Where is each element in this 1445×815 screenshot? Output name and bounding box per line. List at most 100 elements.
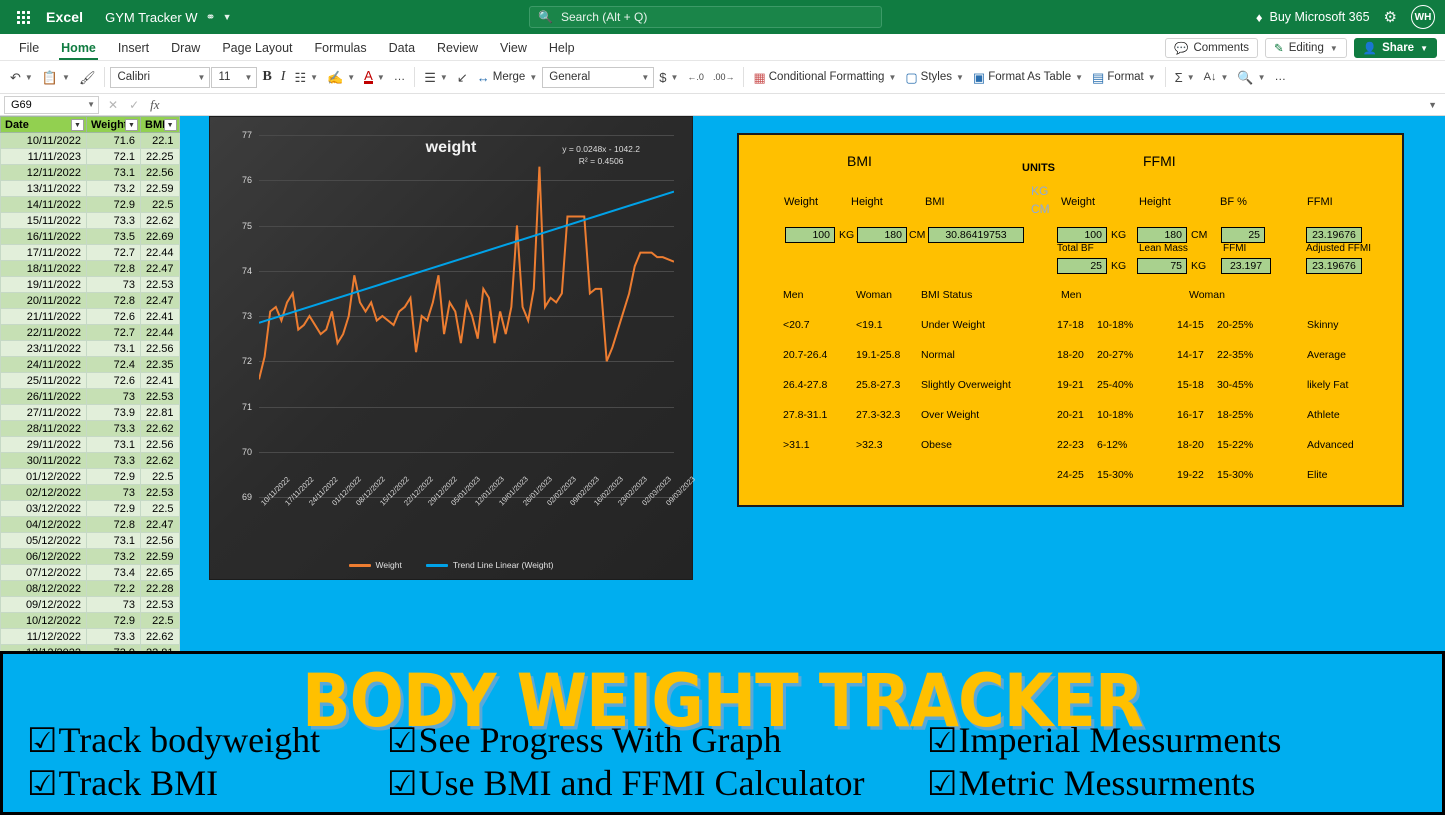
conditional-formatting-button[interactable]: ▦ Conditional Formatting ▼ bbox=[749, 65, 900, 90]
table-row[interactable]: 01/12/2022 72.9 22.5 bbox=[0, 468, 180, 485]
autosave-off-icon[interactable]: ⚭ bbox=[206, 10, 216, 24]
table-row[interactable]: 03/12/2022 72.9 22.5 bbox=[0, 500, 180, 517]
table-row[interactable]: 09/12/2022 73 22.53 bbox=[0, 596, 180, 613]
column-header-weight[interactable]: Weight ▼ bbox=[86, 116, 141, 133]
cell-date[interactable]: 26/11/2022 bbox=[0, 388, 87, 405]
font-color-button[interactable]: A ▼ bbox=[360, 65, 389, 90]
table-row[interactable]: 10/12/2022 72.9 22.5 bbox=[0, 612, 180, 629]
document-name[interactable]: GYM Tracker W bbox=[105, 10, 197, 25]
units-option-cm[interactable]: CM bbox=[1031, 202, 1050, 216]
cell-bmi[interactable]: 22.62 bbox=[140, 452, 180, 469]
cell-weight[interactable]: 73.1 bbox=[86, 340, 141, 357]
table-row[interactable]: 25/11/2022 72.6 22.41 bbox=[0, 372, 180, 389]
cell-bmi[interactable]: 22.5 bbox=[140, 500, 180, 517]
cell-weight[interactable]: 73 bbox=[86, 596, 141, 613]
cell-date[interactable]: 01/12/2022 bbox=[0, 468, 87, 485]
confirm-icon[interactable]: ✓ bbox=[129, 98, 139, 112]
table-row[interactable]: 10/11/2022 71.6 22.1 bbox=[0, 132, 180, 149]
cell-bmi[interactable]: 22.56 bbox=[140, 340, 180, 357]
search-container[interactable]: 🔍 Search (Alt + Q) bbox=[529, 6, 882, 28]
bold-button[interactable]: B bbox=[258, 65, 275, 90]
cell-weight[interactable]: 72.9 bbox=[86, 196, 141, 213]
cell-bmi[interactable]: 22.47 bbox=[140, 292, 180, 309]
alignment-button[interactable]: ☰ ▼ bbox=[420, 65, 452, 90]
table-row[interactable]: 23/11/2022 73.1 22.56 bbox=[0, 340, 180, 357]
tab-file[interactable]: File bbox=[8, 38, 50, 60]
table-row[interactable]: 02/12/2022 73 22.53 bbox=[0, 484, 180, 501]
cell-date[interactable]: 02/12/2022 bbox=[0, 484, 87, 501]
name-box[interactable]: G69 ▼ bbox=[4, 95, 99, 114]
cell-date[interactable]: 23/11/2022 bbox=[0, 340, 87, 357]
ffmi-bf-input[interactable]: 25 bbox=[1221, 227, 1265, 243]
table-row[interactable]: 17/11/2022 72.7 22.44 bbox=[0, 244, 180, 261]
cell-bmi[interactable]: 22.62 bbox=[140, 628, 180, 645]
cell-date[interactable]: 13/11/2022 bbox=[0, 180, 87, 197]
cell-date[interactable]: 25/11/2022 bbox=[0, 372, 87, 389]
increase-decimal-button[interactable]: ←.0 bbox=[683, 65, 708, 90]
cell-bmi[interactable]: 22.53 bbox=[140, 484, 180, 501]
cell-weight[interactable]: 72.8 bbox=[86, 292, 141, 309]
cell-bmi[interactable]: 22.65 bbox=[140, 564, 180, 581]
table-row[interactable]: 29/11/2022 73.1 22.56 bbox=[0, 436, 180, 453]
more-font-options-button[interactable]: … bbox=[390, 65, 410, 90]
autosum-button[interactable]: Σ ▼ bbox=[1171, 65, 1199, 90]
cell-date[interactable]: 24/11/2022 bbox=[0, 356, 87, 373]
cell-weight[interactable]: 73.1 bbox=[86, 436, 141, 453]
cell-bmi[interactable]: 22.28 bbox=[140, 580, 180, 597]
wrap-text-button[interactable]: ↙ bbox=[453, 65, 472, 90]
cell-bmi[interactable]: 22.35 bbox=[140, 356, 180, 373]
cell-weight[interactable]: 72.6 bbox=[86, 372, 141, 389]
tab-draw[interactable]: Draw bbox=[160, 38, 211, 60]
cell-date[interactable]: 14/11/2022 bbox=[0, 196, 87, 213]
undo-button[interactable]: ↶ ▼ bbox=[6, 65, 37, 90]
formula-input[interactable] bbox=[169, 96, 1429, 114]
table-row[interactable]: 13/11/2022 73.2 22.59 bbox=[0, 180, 180, 197]
units-option-kg[interactable]: KG bbox=[1031, 184, 1048, 198]
cell-bmi[interactable]: 22.53 bbox=[140, 388, 180, 405]
filter-dropdown-icon[interactable]: ▼ bbox=[163, 119, 177, 131]
cell-weight[interactable]: 73.9 bbox=[86, 404, 141, 421]
cell-weight[interactable]: 72.7 bbox=[86, 324, 141, 341]
cell-date[interactable]: 28/11/2022 bbox=[0, 420, 87, 437]
tab-page-layout[interactable]: Page Layout bbox=[211, 38, 303, 60]
cell-bmi[interactable]: 22.56 bbox=[140, 532, 180, 549]
cell-weight[interactable]: 73.4 bbox=[86, 564, 141, 581]
cell-weight[interactable]: 73.1 bbox=[86, 532, 141, 549]
cell-bmi[interactable]: 22.44 bbox=[140, 244, 180, 261]
table-row[interactable]: 14/11/2022 72.9 22.5 bbox=[0, 196, 180, 213]
gear-icon[interactable]: ⚙ bbox=[1384, 8, 1397, 26]
cell-weight[interactable]: 73.3 bbox=[86, 420, 141, 437]
cell-date[interactable]: 07/12/2022 bbox=[0, 564, 87, 581]
font-size-select[interactable]: 11 ▼ bbox=[211, 66, 258, 88]
cell-weight[interactable]: 72.8 bbox=[86, 516, 141, 533]
cell-date[interactable]: 16/11/2022 bbox=[0, 228, 87, 245]
cell-bmi[interactable]: 22.56 bbox=[140, 436, 180, 453]
cell-bmi[interactable]: 22.62 bbox=[140, 420, 180, 437]
cell-weight[interactable]: 72.9 bbox=[86, 500, 141, 517]
cell-bmi[interactable]: 22.5 bbox=[140, 612, 180, 629]
table-row[interactable]: 15/11/2022 73.3 22.62 bbox=[0, 212, 180, 229]
cell-date[interactable]: 08/12/2022 bbox=[0, 580, 87, 597]
cell-date[interactable]: 27/11/2022 bbox=[0, 404, 87, 421]
table-row[interactable]: 18/11/2022 72.8 22.47 bbox=[0, 260, 180, 277]
cell-date[interactable]: 15/11/2022 bbox=[0, 212, 87, 229]
buy-microsoft-365-button[interactable]: ♦ Buy Microsoft 365 bbox=[1256, 10, 1370, 25]
cell-date[interactable]: 09/12/2022 bbox=[0, 596, 87, 613]
expand-formula-bar-icon[interactable]: ▼ bbox=[1428, 100, 1441, 110]
bmi-height-input[interactable]: 180 bbox=[857, 227, 907, 243]
cell-date[interactable]: 11/11/2023 bbox=[0, 148, 87, 165]
cell-bmi[interactable]: 22.56 bbox=[140, 164, 180, 181]
cell-bmi[interactable]: 22.1 bbox=[140, 132, 180, 149]
cell-date[interactable]: 04/12/2022 bbox=[0, 516, 87, 533]
table-row[interactable]: 08/12/2022 72.2 22.28 bbox=[0, 580, 180, 597]
share-button[interactable]: 👤 Share ▼ bbox=[1353, 38, 1437, 58]
cell-bmi[interactable]: 22.5 bbox=[140, 196, 180, 213]
table-row[interactable]: 11/12/2022 73.3 22.62 bbox=[0, 628, 180, 645]
bmi-weight-input[interactable]: 100 bbox=[785, 227, 835, 243]
ffmi-weight-input[interactable]: 100 bbox=[1057, 227, 1107, 243]
chevron-down-icon[interactable]: ▼ bbox=[223, 12, 232, 22]
cell-date[interactable]: 18/11/2022 bbox=[0, 260, 87, 277]
filter-dropdown-icon[interactable]: ▼ bbox=[125, 119, 138, 131]
cell-weight[interactable]: 73.2 bbox=[86, 180, 141, 197]
table-row[interactable]: 19/11/2022 73 22.53 bbox=[0, 276, 180, 293]
